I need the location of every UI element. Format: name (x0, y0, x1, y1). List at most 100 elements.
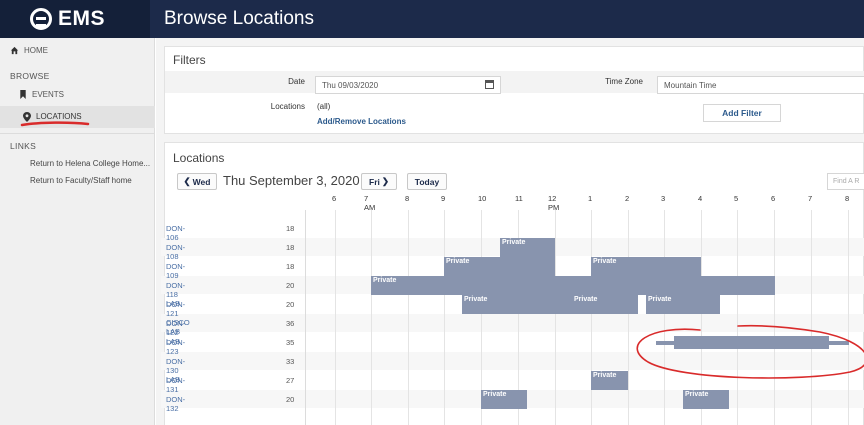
date-label: Date (288, 77, 305, 86)
booking-label: Private (502, 239, 526, 246)
current-date-label: Thu September 3, 2020 (223, 173, 360, 188)
sidebar-item-label: HOME (24, 46, 48, 55)
hour-gridline (628, 210, 629, 425)
schedule-row (161, 371, 864, 389)
booking-label: Private (464, 296, 488, 303)
sidebar-item-label: LOCATIONS (36, 112, 82, 121)
locations-value: (all) (317, 102, 331, 111)
sidebar-section-browse: BROWSE (10, 71, 50, 81)
booking-block[interactable] (656, 341, 674, 345)
hour-gridline (848, 210, 849, 425)
grid-divider (305, 210, 306, 425)
sidebar-link-helena-home[interactable]: Return to Helena College Home... (30, 159, 150, 168)
room-name-link[interactable]: DON-123 (166, 338, 185, 356)
booking-block[interactable]: Private (444, 257, 555, 276)
room-capacity: 18 (286, 243, 295, 252)
home-icon (10, 46, 19, 55)
hour-label: 7 AM (364, 194, 376, 212)
booking-label: Private (373, 277, 397, 284)
room-name-link[interactable]: DON-106 (166, 224, 185, 242)
hour-gridline (555, 210, 556, 425)
filters-title: Filters (173, 53, 206, 67)
booking-label: Private (685, 391, 709, 398)
room-name-link[interactable]: DON-109 (166, 262, 185, 280)
booking-block[interactable]: Private (500, 238, 555, 257)
ems-logo[interactable]: EMS (0, 0, 150, 38)
next-day-button[interactable]: Fri ❯ (361, 173, 397, 190)
hour-label: 7 (808, 194, 813, 203)
hour-label: 2 (625, 194, 630, 203)
find-room-input[interactable]: Find A R (827, 173, 864, 190)
locations-label: Locations (270, 102, 305, 111)
room-capacity: 20 (286, 300, 295, 309)
hour-gridline (737, 210, 738, 425)
logo-text: EMS (58, 7, 106, 30)
ems-logo-icon (30, 8, 52, 30)
hour-label: 5 (734, 194, 739, 203)
chevron-left-icon: ❮ (183, 176, 191, 186)
sidebar-link-faculty-home[interactable]: Return to Faculty/Staff home (30, 176, 132, 185)
hour-gridline (371, 210, 372, 425)
hour-label: 8 (405, 194, 410, 203)
hour-gridline (774, 210, 775, 425)
booking-block[interactable]: Private (683, 390, 729, 409)
room-capacity: 20 (286, 281, 295, 290)
sidebar-item-locations[interactable]: LOCATIONS (22, 112, 82, 122)
calendar-icon[interactable] (485, 80, 494, 89)
booking-label: Private (446, 258, 470, 265)
room-name-link[interactable]: DON-132 (166, 395, 185, 413)
booking-label: Private (574, 296, 598, 303)
bookmark-icon (18, 90, 27, 99)
booking-block[interactable]: Private (591, 257, 701, 276)
schedule-row (161, 314, 864, 332)
room-name-link[interactable]: DON-108 (166, 243, 185, 261)
top-bar: EMS Browse Locations (0, 0, 864, 38)
hour-label: 6 (771, 194, 776, 203)
locations-title: Locations (173, 151, 225, 165)
hour-label: 8 (845, 194, 850, 203)
sidebar-item-home[interactable]: HOME (10, 46, 48, 55)
booking-block[interactable] (829, 341, 849, 345)
sidebar-item-events[interactable]: EVENTS (18, 90, 64, 99)
chevron-right-icon: ❯ (381, 176, 389, 186)
add-remove-locations-link[interactable]: Add/Remove Locations (317, 117, 406, 126)
hour-gridline (811, 210, 812, 425)
hour-label: 12 PM (548, 194, 560, 212)
sidebar-section-links: LINKS (10, 141, 37, 151)
hour-label: 3 (661, 194, 666, 203)
add-filter-button[interactable]: Add Filter (703, 104, 781, 122)
room-capacity: 36 (286, 319, 295, 328)
hour-label: 10 (478, 194, 487, 203)
timezone-label: Time Zone (605, 77, 643, 86)
sidebar: HOME BROWSE EVENTS LOCATIONS LINKS Retur… (0, 38, 155, 425)
hour-gridline (444, 210, 445, 425)
booking-block[interactable]: Private (572, 295, 638, 314)
prev-day-button[interactable]: ❮ Wed (177, 173, 217, 190)
booking-block[interactable] (674, 336, 829, 349)
booking-block[interactable]: Private (591, 371, 628, 390)
room-capacity: 33 (286, 357, 295, 366)
room-name-link[interactable]: DON-131 (166, 376, 185, 394)
hour-label: 6 (332, 194, 337, 203)
hour-gridline (591, 210, 592, 425)
booking-block[interactable]: Private (481, 390, 527, 409)
sidebar-divider (0, 133, 155, 134)
booking-block[interactable]: Private (371, 276, 775, 295)
today-button[interactable]: Today (407, 173, 447, 190)
timezone-select[interactable]: Mountain Time (657, 76, 864, 94)
hour-label: 1 (588, 194, 593, 203)
date-input[interactable]: Thu 09/03/2020 (315, 76, 501, 94)
page-title: Browse Locations (164, 8, 314, 29)
booking-block[interactable]: Private (646, 295, 720, 314)
room-capacity: 27 (286, 376, 295, 385)
hour-gridline (664, 210, 665, 425)
room-capacity: 20 (286, 395, 295, 404)
hour-label: 9 (441, 194, 446, 203)
booking-label: Private (483, 391, 507, 398)
booking-label: Private (593, 258, 617, 265)
map-pin-icon (22, 112, 31, 122)
room-capacity: 18 (286, 262, 295, 271)
room-capacity: 35 (286, 338, 295, 347)
hour-label: 4 (698, 194, 703, 203)
filters-panel: Filters Date Thu 09/03/2020 Time Zone Mo… (164, 46, 864, 134)
